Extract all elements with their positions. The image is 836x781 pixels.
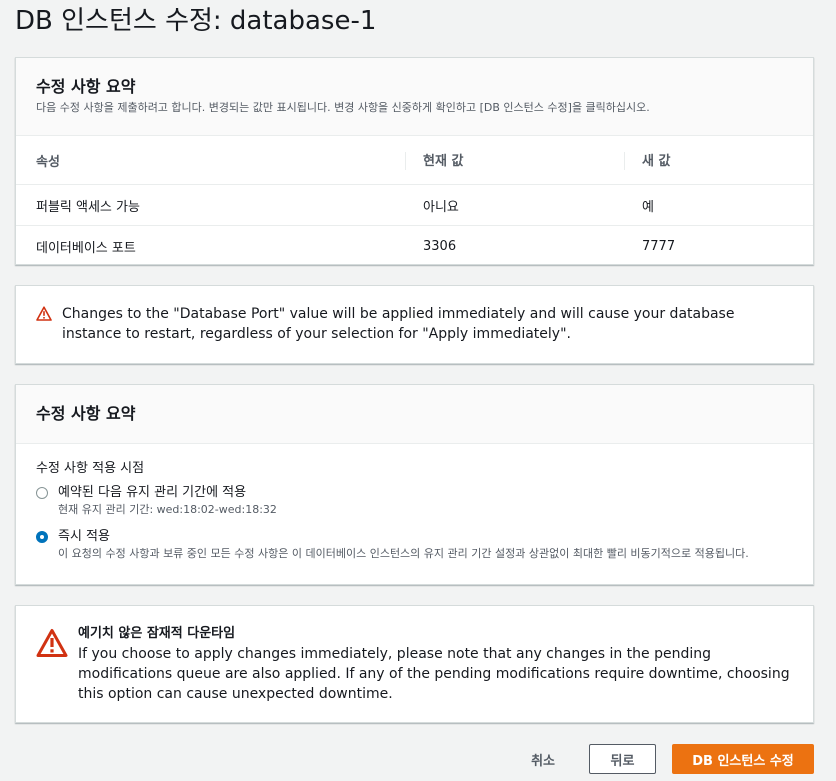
modify-db-instance-button[interactable]: DB 인스턴스 수정 — [672, 744, 814, 774]
cell-attribute: 데이터베이스 포트 — [36, 240, 136, 256]
cell-new: 7777 — [642, 238, 676, 254]
radio-description: 현재 유지 관리 기간: wed:18:02-wed:18:32 — [58, 503, 277, 516]
schedule-field-label: 수정 사항 적용 시점 — [36, 461, 145, 476]
warning-icon — [36, 306, 52, 344]
summary-panel-header: 수정 사항 요약 다음 수정 사항을 제출하려고 합니다. 변경되는 값만 표시… — [16, 58, 813, 136]
cell-current: 3306 — [423, 238, 457, 254]
cell-new: 예 — [624, 184, 813, 226]
table-header-row: 속성 현재 값 새 값 — [16, 136, 813, 185]
port-warning-alert: Changes to the "Database Port" value wil… — [15, 285, 814, 364]
warning-icon — [36, 628, 68, 704]
cancel-button[interactable]: 취소 — [511, 744, 575, 774]
downtime-warning-text: If you choose to apply changes immediate… — [78, 646, 790, 702]
downtime-warning-alert: 예기치 않은 잠재적 다운타임 If you choose to apply c… — [15, 605, 814, 723]
back-button[interactable]: 뒤로 — [589, 744, 656, 774]
downtime-warning-title: 예기치 않은 잠재적 다운타임 — [78, 626, 236, 641]
radio-label[interactable]: 예약된 다음 유지 관리 기간에 적용 — [58, 484, 277, 502]
radio-label[interactable]: 즉시 적용 — [58, 528, 749, 546]
summary-panel: 수정 사항 요약 다음 수정 사항을 제출하려고 합니다. 변경되는 값만 표시… — [15, 57, 814, 265]
summary-table: 속성 현재 값 새 값 퍼블릭 액세스 가능 아니요 예 데이터베이스 포트 3… — [16, 136, 813, 266]
radio-option-maintenance-window[interactable]: 예약된 다음 유지 관리 기간에 적용 현재 유지 관리 기간: wed:18:… — [36, 484, 793, 518]
schedule-title: 수정 사항 요약 — [36, 404, 136, 423]
radio-button[interactable] — [36, 487, 48, 499]
table-row: 데이터베이스 포트 3306 7777 — [16, 226, 813, 267]
column-divider — [405, 152, 406, 171]
schedule-panel: 수정 사항 요약 수정 사항 적용 시점 예약된 다음 유지 관리 기간에 적용… — [15, 384, 814, 585]
column-header-new: 새 값 — [642, 153, 671, 169]
footer-actions: 취소 뒤로 DB 인스턴스 수정 — [511, 744, 814, 774]
radio-button-selected[interactable] — [36, 531, 48, 543]
column-header-current: 현재 값 — [423, 153, 464, 169]
radio-description: 이 요청의 수정 사항과 보류 중인 모든 수정 사항은 이 데이터베이스 인스… — [58, 547, 749, 560]
cell-current: 아니요 — [405, 184, 624, 226]
table-row: 퍼블릭 액세스 가능 아니요 예 — [16, 184, 813, 226]
page-title: DB 인스턴스 수정: database-1 — [15, 6, 377, 36]
port-warning-text: Changes to the "Database Port" value wil… — [62, 306, 735, 342]
column-header-attribute: 속성 — [16, 136, 405, 185]
radio-option-apply-immediately[interactable]: 즉시 적용 이 요청의 수정 사항과 보류 중인 모든 수정 사항은 이 데이터… — [36, 528, 793, 562]
schedule-panel-header: 수정 사항 요약 — [16, 385, 813, 444]
column-divider — [624, 152, 625, 171]
summary-description: 다음 수정 사항을 제출하려고 합니다. 변경되는 값만 표시됩니다. 변경 사… — [36, 101, 650, 114]
cell-attribute: 퍼블릭 액세스 가능 — [16, 184, 405, 226]
summary-title: 수정 사항 요약 — [36, 77, 136, 96]
